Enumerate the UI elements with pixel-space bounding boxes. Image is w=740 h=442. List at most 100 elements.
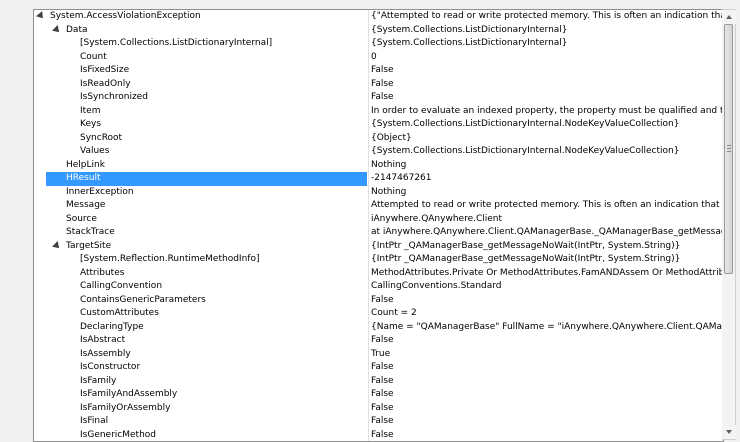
value-cell[interactable]: False (371, 334, 723, 348)
watch-grid[interactable]: System.AccessViolationException {"Attempt… (33, 9, 724, 442)
name-cell[interactable]: IsGenericMethod (34, 429, 367, 442)
value-cell[interactable]: Attempted to read or write protected mem… (371, 199, 723, 213)
name-cell[interactable]: StackTrace (34, 226, 367, 240)
name-cell[interactable]: [System.Reflection.RuntimeMethodInfo] (34, 253, 367, 267)
name-cell[interactable]: ContainsGenericParameters (34, 294, 367, 308)
name-cell[interactable]: Attributes (34, 267, 367, 281)
expanded-triangle-icon[interactable] (52, 24, 62, 35)
watch-row[interactable]: [System.Collections.ListDictionaryIntern… (34, 37, 723, 51)
watch-row[interactable]: Count 0 (34, 51, 723, 65)
name-cell[interactable]: IsFamilyOrAssembly (34, 402, 367, 416)
name-cell[interactable]: IsFixedSize (34, 64, 367, 78)
value-cell[interactable]: {System.Collections.ListDictionaryIntern… (371, 145, 723, 159)
watch-row[interactable]: IsAbstract False (34, 334, 723, 348)
name-cell[interactable]: InnerException (34, 186, 367, 200)
watch-row[interactable]: InnerException Nothing (34, 186, 723, 200)
watch-row[interactable]: CallingConvention CallingConventions.Stan… (34, 280, 723, 294)
value-cell[interactable]: {IntPtr _QAManagerBase_getMessageNoWait(… (371, 240, 723, 254)
name-cell[interactable]: Data (34, 24, 367, 38)
watch-row[interactable]: IsAssembly True (34, 348, 723, 362)
name-cell[interactable]: HResult (46, 172, 367, 186)
name-cell[interactable]: Item (34, 105, 367, 119)
value-cell[interactable]: -2147467261 (371, 172, 723, 186)
name-cell[interactable]: DeclaringType (34, 321, 367, 335)
name-cell[interactable]: IsConstructor (34, 361, 367, 375)
watch-row[interactable]: Values {System.Collections.ListDictionary… (34, 145, 723, 159)
watch-row[interactable]: ContainsGenericParameters False (34, 294, 723, 308)
expanded-triangle-icon[interactable] (36, 11, 46, 21)
name-cell[interactable]: Message (34, 199, 367, 213)
name-cell[interactable]: Source (34, 213, 367, 227)
value-cell[interactable]: False (371, 388, 723, 402)
value-cell[interactable]: {System.Collections.ListDictionaryIntern… (371, 118, 723, 132)
value-cell[interactable]: {System.Collections.ListDictionaryIntern… (371, 24, 723, 38)
watch-row[interactable]: Data {System.Collections.ListDictionaryIn… (34, 24, 723, 38)
value-cell[interactable]: Nothing (371, 159, 723, 173)
watch-row[interactable]: Source iAnywhere.QAnywhere.Client (34, 213, 723, 227)
watch-row[interactable]: Attributes MethodAttributes.Private Or Me… (34, 267, 723, 281)
name-cell[interactable]: IsSynchronized (34, 91, 367, 105)
value-cell[interactable]: Count = 2 (371, 307, 723, 321)
watch-row[interactable]: HResult -2147467261 (34, 172, 723, 186)
name-cell[interactable]: TargetSite (34, 240, 367, 254)
value-cell[interactable]: {"Attempted to read or write protected m… (371, 10, 723, 24)
name-cell[interactable]: HelpLink (34, 159, 367, 173)
value-cell[interactable]: {System.Collections.ListDictionaryIntern… (371, 37, 723, 51)
name-cell[interactable]: IsReadOnly (34, 78, 367, 92)
name-cell[interactable]: IsAssembly (34, 348, 367, 362)
value-cell[interactable]: {Name = "QAManagerBase" FullName = "iAny… (371, 321, 723, 335)
watch-row[interactable]: [System.Reflection.RuntimeMethodInfo] {In… (34, 253, 723, 267)
watch-row[interactable]: Message Attempted to read or write protec… (34, 199, 723, 213)
value-cell[interactable]: False (371, 375, 723, 389)
value-cell[interactable]: Nothing (371, 186, 723, 200)
watch-row[interactable]: IsGenericMethod False (34, 429, 723, 442)
value-cell[interactable]: at iAnywhere.QAnywhere.Client.QAManagerB… (371, 226, 723, 240)
expanded-triangle-icon[interactable] (52, 240, 62, 251)
value-cell[interactable]: {IntPtr _QAManagerBase_getMessageNoWait(… (371, 253, 723, 267)
value-cell[interactable]: False (371, 415, 723, 429)
watch-row[interactable]: IsReadOnly False (34, 78, 723, 92)
value-cell[interactable]: False (371, 361, 723, 375)
value-cell[interactable]: In order to evaluate an indexed property… (371, 105, 723, 119)
value-cell[interactable]: MethodAttributes.Private Or MethodAttrib… (371, 267, 723, 281)
value-cell[interactable]: False (371, 91, 723, 105)
watch-row[interactable]: IsFamilyAndAssembly False (34, 388, 723, 402)
value-cell[interactable]: iAnywhere.QAnywhere.Client (371, 213, 723, 227)
watch-row[interactable]: IsConstructor False (34, 361, 723, 375)
name-cell[interactable]: IsFamilyAndAssembly (34, 388, 367, 402)
scroll-thumb[interactable] (724, 24, 733, 274)
value-cell[interactable]: True (371, 348, 723, 362)
watch-row[interactable]: IsFinal False (34, 415, 723, 429)
watch-row[interactable]: CustomAttributes Count = 2 (34, 307, 723, 321)
name-cell[interactable]: [System.Collections.ListDictionaryIntern… (34, 37, 367, 51)
watch-row[interactable]: IsSynchronized False (34, 91, 723, 105)
value-cell[interactable]: CallingConventions.Standard (371, 280, 723, 294)
scroll-up-button[interactable] (722, 10, 736, 24)
name-cell[interactable]: Count (34, 51, 367, 65)
watch-row[interactable]: DeclaringType {Name = "QAManagerBase" Ful… (34, 321, 723, 335)
name-cell[interactable]: CallingConvention (34, 280, 367, 294)
watch-row[interactable]: System.AccessViolationException {"Attempt… (34, 10, 723, 24)
value-cell[interactable]: 0 (371, 51, 723, 65)
scroll-down-button[interactable] (722, 425, 736, 439)
watch-row[interactable]: StackTrace at iAnywhere.QAnywhere.Client… (34, 226, 723, 240)
value-cell[interactable]: False (371, 78, 723, 92)
value-cell[interactable]: False (371, 294, 723, 308)
watch-row[interactable]: IsFixedSize False (34, 64, 723, 78)
name-cell[interactable]: Values (34, 145, 367, 159)
value-cell[interactable]: False (371, 402, 723, 416)
value-cell[interactable]: False (371, 429, 723, 442)
watch-row[interactable]: IsFamily False (34, 375, 723, 389)
watch-row[interactable]: TargetSite {IntPtr _QAManagerBase_getMess… (34, 240, 723, 254)
value-cell[interactable]: False (371, 64, 723, 78)
name-cell[interactable]: System.AccessViolationException (34, 10, 367, 24)
name-cell[interactable]: SyncRoot (34, 132, 367, 146)
watch-row[interactable]: Item In order to evaluate an indexed prop… (34, 105, 723, 119)
name-cell[interactable]: IsFinal (34, 415, 367, 429)
watch-row[interactable]: Keys {System.Collections.ListDictionaryIn… (34, 118, 723, 132)
watch-row[interactable]: SyncRoot {Object} (34, 132, 723, 146)
name-cell[interactable]: IsFamily (34, 375, 367, 389)
name-cell[interactable]: IsAbstract (34, 334, 367, 348)
watch-row[interactable]: IsFamilyOrAssembly False (34, 402, 723, 416)
name-cell[interactable]: Keys (34, 118, 367, 132)
